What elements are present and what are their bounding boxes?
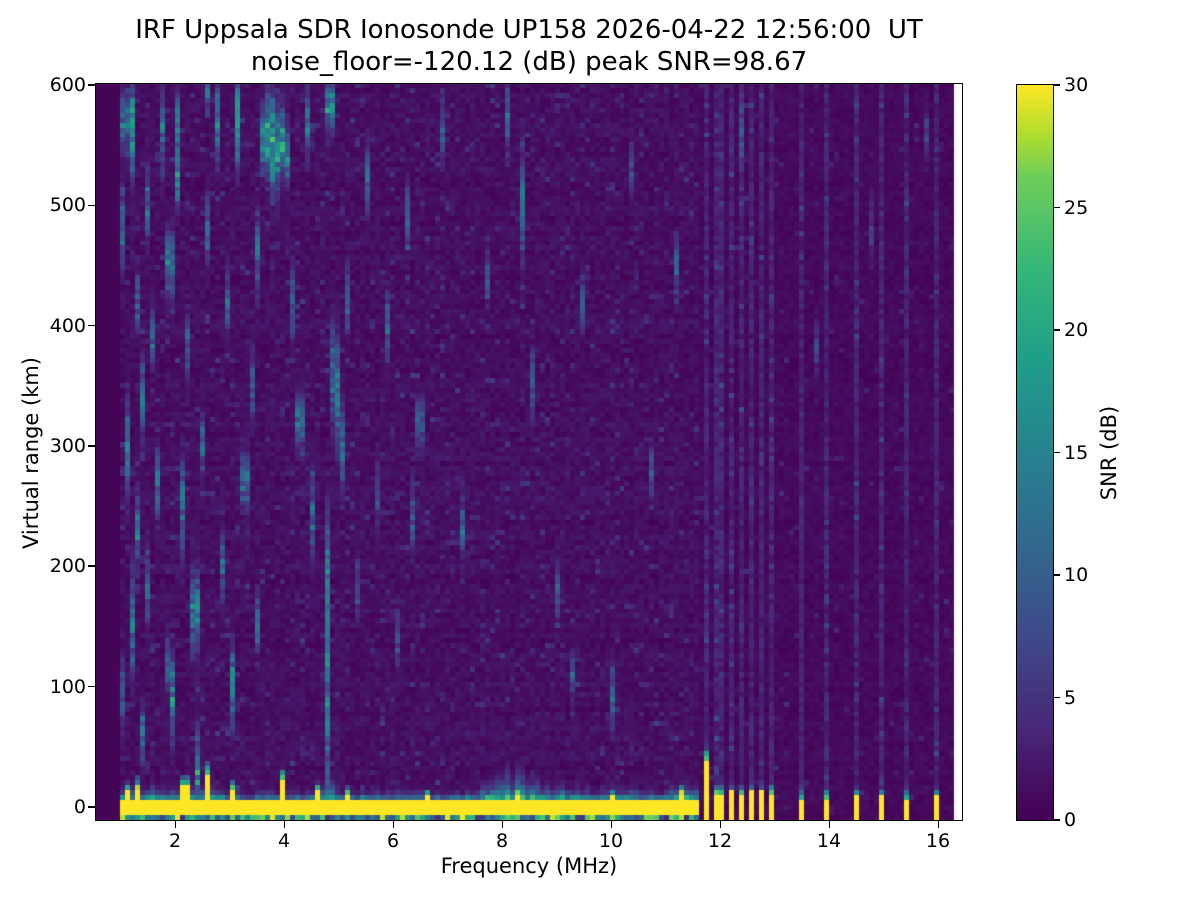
y-tick-mark [88, 325, 95, 327]
colorbar-tick-mark [1054, 84, 1060, 86]
plot-area [96, 84, 962, 820]
y-tick-label: 600 [40, 74, 86, 96]
y-tick-mark [88, 806, 95, 808]
colorbar [1017, 85, 1053, 820]
x-tick-label: 2 [169, 830, 181, 852]
colorbar-tick-mark [1054, 207, 1060, 209]
x-tick-mark [720, 821, 722, 828]
colorbar-tick-label: 25 [1064, 197, 1088, 219]
x-tick-label: 12 [708, 830, 732, 852]
heatmap-canvas [96, 84, 962, 820]
ionogram-figure: IRF Uppsala SDR Ionosonde UP158 2026-04-… [0, 0, 1200, 900]
colorbar-tick-label: 30 [1064, 74, 1088, 96]
y-tick-label: 200 [40, 555, 86, 577]
x-tick-label: 8 [496, 830, 508, 852]
colorbar-tick-label: 0 [1064, 809, 1076, 831]
y-tick-mark [88, 445, 95, 447]
y-tick-mark [88, 84, 95, 86]
colorbar-tick-mark [1054, 574, 1060, 576]
colorbar-tick-label: 20 [1064, 319, 1088, 341]
x-tick-label: 10 [599, 830, 623, 852]
x-tick-mark [502, 821, 504, 828]
x-tick-mark [284, 821, 286, 828]
y-tick-mark [88, 565, 95, 567]
colorbar-tick-mark [1054, 819, 1060, 821]
x-tick-label: 6 [387, 830, 399, 852]
colorbar-tick-label: 5 [1064, 687, 1076, 709]
x-tick-mark [938, 821, 940, 828]
y-tick-label: 500 [40, 194, 86, 216]
colorbar-tick-label: 10 [1064, 564, 1088, 586]
y-tick-mark [88, 205, 95, 207]
chart-title: IRF Uppsala SDR Ionosonde UP158 2026-04-… [96, 14, 962, 78]
colorbar-tick-mark [1054, 329, 1060, 331]
x-tick-label: 14 [817, 830, 841, 852]
x-tick-mark [829, 821, 831, 828]
y-tick-label: 400 [40, 315, 86, 337]
x-tick-mark [611, 821, 613, 828]
x-tick-label: 4 [278, 830, 290, 852]
y-tick-mark [88, 686, 95, 688]
y-tick-label: 0 [40, 796, 86, 818]
colorbar-canvas [1017, 85, 1053, 820]
colorbar-tick-mark [1054, 452, 1060, 454]
x-tick-label: 16 [926, 830, 950, 852]
chart-title-line-2: noise_floor=-120.12 (dB) peak SNR=98.67 [96, 46, 962, 78]
y-tick-label: 100 [40, 676, 86, 698]
y-tick-label: 300 [40, 435, 86, 457]
x-axis-label: Frequency (MHz) [96, 854, 962, 878]
x-tick-mark [175, 821, 177, 828]
colorbar-label: SNR (dB) [1097, 303, 1123, 603]
colorbar-tick-mark [1054, 697, 1060, 699]
colorbar-tick-label: 15 [1064, 442, 1088, 464]
x-tick-mark [393, 821, 395, 828]
chart-title-line-1: IRF Uppsala SDR Ionosonde UP158 2026-04-… [96, 14, 962, 46]
